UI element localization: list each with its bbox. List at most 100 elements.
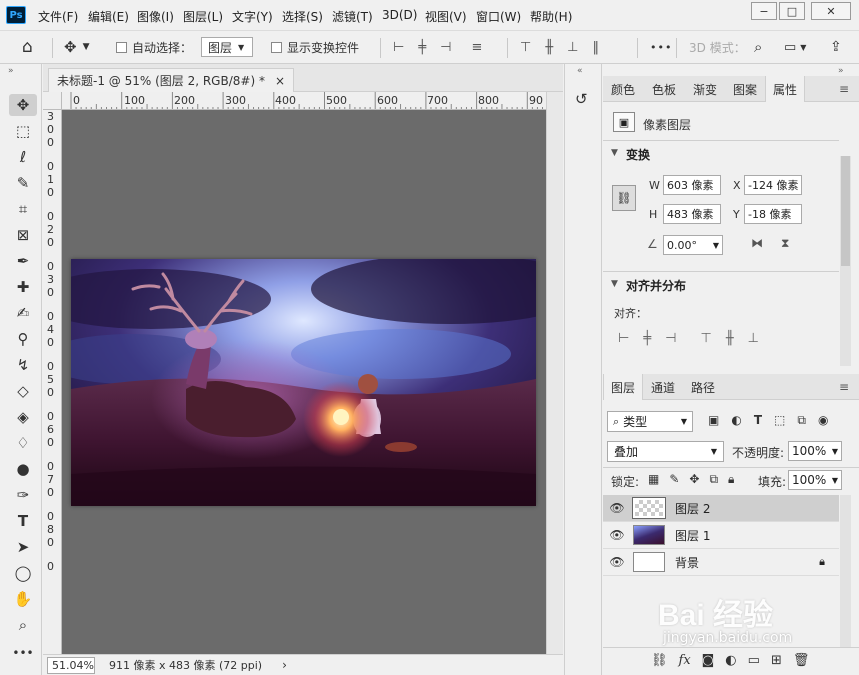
document-image[interactable] <box>71 259 536 506</box>
ellipse-tool-icon[interactable]: ◯ <box>9 562 37 584</box>
filter-adjustment-icon[interactable]: ◐ <box>731 413 741 428</box>
tab-swatches[interactable]: 色板 <box>643 76 685 102</box>
width-field[interactable]: 603 像素 <box>663 175 721 195</box>
distribute-v-icon[interactable]: ‖ <box>592 40 599 55</box>
lock-transparent-icon[interactable]: ▦ <box>648 472 659 487</box>
collapse-icon[interactable]: » <box>838 66 844 76</box>
distribute-icon[interactable]: ≡ <box>471 40 482 55</box>
type-tool-icon[interactable]: T <box>9 510 37 532</box>
brush-tool-icon[interactable]: ✍ <box>9 302 37 324</box>
y-field[interactable]: -18 像素 <box>744 204 802 224</box>
filter-pixel-icon[interactable]: ▣ <box>708 413 719 428</box>
hand-tool-icon[interactable]: ✋ <box>9 588 37 610</box>
tab-patterns[interactable]: 图案 <box>725 76 765 102</box>
filter-smart-object-icon[interactable]: ⧉ <box>797 413 806 428</box>
vertical-ruler[interactable]: 3000100200300400500600700800 <box>43 110 62 654</box>
align-top-icon[interactable]: ⊤ <box>700 331 711 346</box>
eraser-tool-icon[interactable]: ◇ <box>9 380 37 402</box>
eye-icon[interactable]: 👁︎ <box>603 501 631 515</box>
menu-view[interactable]: 视图(V) <box>425 8 467 25</box>
document-tab[interactable]: 未标题-1 @ 51% (图层 2, RGB/8#) * × <box>48 68 295 92</box>
lock-icon[interactable]: 🔒︎ <box>819 555 825 569</box>
history-brush-icon[interactable]: ↯ <box>9 354 37 376</box>
fill-field[interactable]: 100% ▼ <box>788 470 842 490</box>
auto-select-option[interactable]: 自动选择： <box>116 31 192 63</box>
link-layers-icon[interactable]: ⛓ <box>651 653 668 668</box>
panel-menu-icon[interactable]: ≡ <box>839 380 849 394</box>
eye-icon[interactable]: 👁︎ <box>603 555 631 569</box>
tab-channels[interactable]: 通道 <box>643 374 683 400</box>
search-icon[interactable]: ⌕ <box>754 31 762 63</box>
tab-gradients[interactable]: 渐变 <box>685 76 725 102</box>
adjustment-layer-icon[interactable]: ◐ <box>725 653 736 668</box>
menu-edit[interactable]: 编辑(E) <box>88 8 129 25</box>
align-vcenter-icon[interactable]: ╫ <box>726 331 734 346</box>
healing-tool-icon[interactable]: ✚ <box>9 276 37 298</box>
layer-filter-dropdown[interactable]: ⌕ 类型 ▼ <box>607 411 693 432</box>
show-transform-option[interactable]: 显示变换控件 <box>271 31 359 63</box>
align-hcenter-icon[interactable]: ╪ <box>418 40 426 55</box>
marquee-tool-icon[interactable]: ⬚ <box>9 120 37 142</box>
more-options-icon[interactable]: ••• <box>650 31 672 63</box>
angle-field[interactable]: 0.00° ▼ <box>663 235 723 255</box>
maximize-button[interactable]: □ <box>779 2 805 20</box>
align-bottom-icon[interactable]: ⊥ <box>567 40 578 55</box>
delete-layer-icon[interactable]: 🗑︎ <box>793 653 810 668</box>
zoom-tool-icon[interactable]: ⌕ <box>9 614 37 636</box>
height-field[interactable]: 483 像素 <box>663 204 721 224</box>
history-icon[interactable]: ↺ <box>575 90 588 108</box>
align-hcenter-icon[interactable]: ╪ <box>643 331 651 346</box>
frame-tool-icon[interactable]: ⊠ <box>9 224 37 246</box>
zoom-level-field[interactable]: 51.04% <box>47 656 95 674</box>
layer-row-background[interactable]: 👁︎ 背景 🔒︎ <box>603 549 839 576</box>
opacity-field[interactable]: 100% ▼ <box>788 441 842 461</box>
horizontal-ruler[interactable]: 0 100 200 300 400 500 600 700 800 90 <box>62 92 546 110</box>
link-icon[interactable]: ⛓ <box>612 185 636 211</box>
crop-tool-icon[interactable]: ⌗ <box>9 198 37 220</box>
menu-type[interactable]: 文字(Y) <box>232 8 273 25</box>
eye-icon[interactable]: 👁︎ <box>603 528 631 542</box>
menu-file[interactable]: 文件(F) <box>38 8 78 25</box>
align-vcenter-icon[interactable]: ╫ <box>545 40 553 55</box>
workspace-icon[interactable]: ▭ ▼ <box>784 31 806 63</box>
layer-row-2[interactable]: 👁︎ 图层 2 <box>603 495 839 522</box>
align-right-icon[interactable]: ⊣ <box>440 40 451 55</box>
lock-pixels-icon[interactable]: ✎ <box>669 472 679 487</box>
align-bottom-icon[interactable]: ⊥ <box>748 331 759 346</box>
align-left-icon[interactable]: ⊢ <box>618 331 629 346</box>
paint-bucket-icon[interactable]: ◈ <box>9 406 37 428</box>
menu-help[interactable]: 帮助(H) <box>530 8 572 25</box>
flip-horizontal-icon[interactable]: ⧓ <box>751 236 763 250</box>
tab-properties[interactable]: 属性 <box>765 76 805 102</box>
lock-position-icon[interactable]: ✥ <box>689 472 699 487</box>
auto-select-checkbox[interactable] <box>116 41 127 53</box>
stamp-tool-icon[interactable]: ⚲ <box>9 328 37 350</box>
home-icon[interactable]: ⌂ <box>22 31 33 63</box>
ruler-origin[interactable] <box>43 92 62 110</box>
close-tab-icon[interactable]: × <box>275 74 285 88</box>
menu-select[interactable]: 选择(S) <box>282 8 323 25</box>
pen-tool-icon[interactable]: ✑ <box>9 484 37 506</box>
align-left-icon[interactable]: ⊢ <box>393 40 404 55</box>
blend-mode-dropdown[interactable]: 叠加 ▼ <box>607 441 724 462</box>
tab-layers[interactable]: 图层 <box>603 374 643 400</box>
new-layer-icon[interactable]: ⊞ <box>771 653 782 668</box>
flip-vertical-icon[interactable]: ⧗ <box>781 236 789 251</box>
show-transform-checkbox[interactable] <box>271 41 282 53</box>
menu-layer[interactable]: 图层(L) <box>183 8 223 25</box>
tab-paths[interactable]: 路径 <box>683 374 723 400</box>
canvas-scrollbar[interactable] <box>546 92 563 654</box>
properties-scrollbar[interactable] <box>840 156 851 366</box>
lock-artboard-icon[interactable]: ⧉ <box>709 472 718 487</box>
path-select-icon[interactable]: ➤ <box>9 536 37 558</box>
layers-scrollbar[interactable] <box>840 495 851 647</box>
menu-image[interactable]: 图像(I) <box>137 8 174 25</box>
blur-tool-icon[interactable]: ♢ <box>9 432 37 454</box>
eyedropper-tool-icon[interactable]: ✒ <box>9 250 37 272</box>
align-top-icon[interactable]: ⊤ <box>520 40 531 55</box>
collapse-icon[interactable]: » <box>8 66 14 76</box>
panel-menu-icon[interactable]: ≡ <box>839 82 849 96</box>
move-tool-icon[interactable]: ✥ ▼ <box>64 31 90 63</box>
close-button[interactable]: ✕ <box>811 2 851 20</box>
chevron-down-icon[interactable]: ▼ <box>611 148 618 158</box>
